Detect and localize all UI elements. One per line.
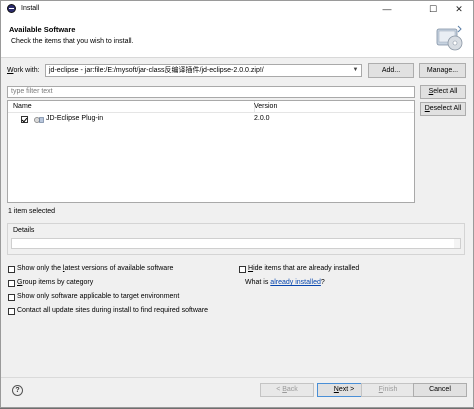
- details-group: Details: [7, 223, 465, 255]
- hide-installed-label: Hide items that are already installed: [248, 265, 360, 272]
- install-wizard-icon: [436, 25, 463, 51]
- filter-placeholder: type filter text: [11, 88, 53, 95]
- chevron-down-icon[interactable]: ▼: [350, 65, 361, 76]
- page-title: Available Software: [9, 25, 76, 34]
- row-version: 2.0.0: [254, 115, 270, 122]
- minimize-button[interactable]: —: [373, 1, 401, 17]
- details-scrollbar[interactable]: [454, 239, 460, 248]
- finish-button[interactable]: Finish: [361, 383, 415, 397]
- work-with-label: Work with:: [7, 67, 40, 74]
- target-env-checkbox[interactable]: [8, 294, 15, 301]
- select-all-button[interactable]: Select All: [420, 85, 466, 99]
- selection-status: 1 item selected: [8, 208, 56, 215]
- table-row[interactable]: JD-Eclipse Plug-in 2.0.0: [8, 114, 414, 125]
- show-latest-checkbox[interactable]: [8, 266, 15, 273]
- group-by-category-checkbox[interactable]: [8, 280, 15, 287]
- details-label: Details: [13, 227, 35, 234]
- column-header-version[interactable]: Version: [254, 103, 277, 110]
- add-site-button[interactable]: Add...: [368, 63, 414, 78]
- header-divider: [8, 112, 414, 113]
- manage-sites-button[interactable]: Manage...: [419, 63, 466, 78]
- install-dialog: Install — ☐ ✕ Available Software Check t…: [0, 0, 474, 408]
- maximize-button[interactable]: ☐: [419, 1, 447, 17]
- hide-installed-checkbox[interactable]: [239, 266, 246, 273]
- filter-input[interactable]: type filter text: [7, 86, 415, 98]
- details-text: [11, 238, 461, 249]
- title-bar: Install — ☐ ✕: [1, 1, 473, 17]
- what-is-installed: What is already installed?: [245, 279, 325, 286]
- software-table: Name Version JD-Eclipse Plug-in 2.0.0: [7, 100, 415, 203]
- back-button[interactable]: < Back: [260, 383, 314, 397]
- contact-sites-label: Contact all update sites during install …: [17, 307, 209, 314]
- plugin-icon: [34, 117, 44, 123]
- window-title: Install: [21, 5, 40, 12]
- work-with-value: jd-eclipse - jar:file:/E:/mysoft/jar-cla…: [49, 67, 264, 74]
- column-header-name[interactable]: Name: [13, 103, 32, 110]
- group-by-category-label: Group items by category: [17, 279, 94, 286]
- contact-sites-checkbox[interactable]: [8, 308, 15, 315]
- help-icon[interactable]: ?: [12, 385, 23, 396]
- work-with-combo[interactable]: jd-eclipse - jar:file:/E:/mysoft/jar-cla…: [45, 64, 362, 77]
- cancel-button[interactable]: Cancel: [413, 383, 467, 397]
- footer-divider: [1, 377, 473, 378]
- already-installed-link[interactable]: already installed: [270, 279, 321, 286]
- deselect-all-button[interactable]: Deselect All: [420, 102, 466, 116]
- eclipse-icon: [7, 4, 16, 13]
- row-checkbox[interactable]: [21, 116, 28, 123]
- show-latest-label: Show only the latest versions of availab…: [17, 265, 174, 272]
- row-name: JD-Eclipse Plug-in: [46, 115, 104, 122]
- target-env-label: Show only software applicable to target …: [17, 293, 180, 300]
- close-button[interactable]: ✕: [445, 1, 473, 17]
- page-description: Check the items that you wish to install…: [11, 38, 134, 45]
- wizard-header: Available Software Check the items that …: [1, 17, 473, 58]
